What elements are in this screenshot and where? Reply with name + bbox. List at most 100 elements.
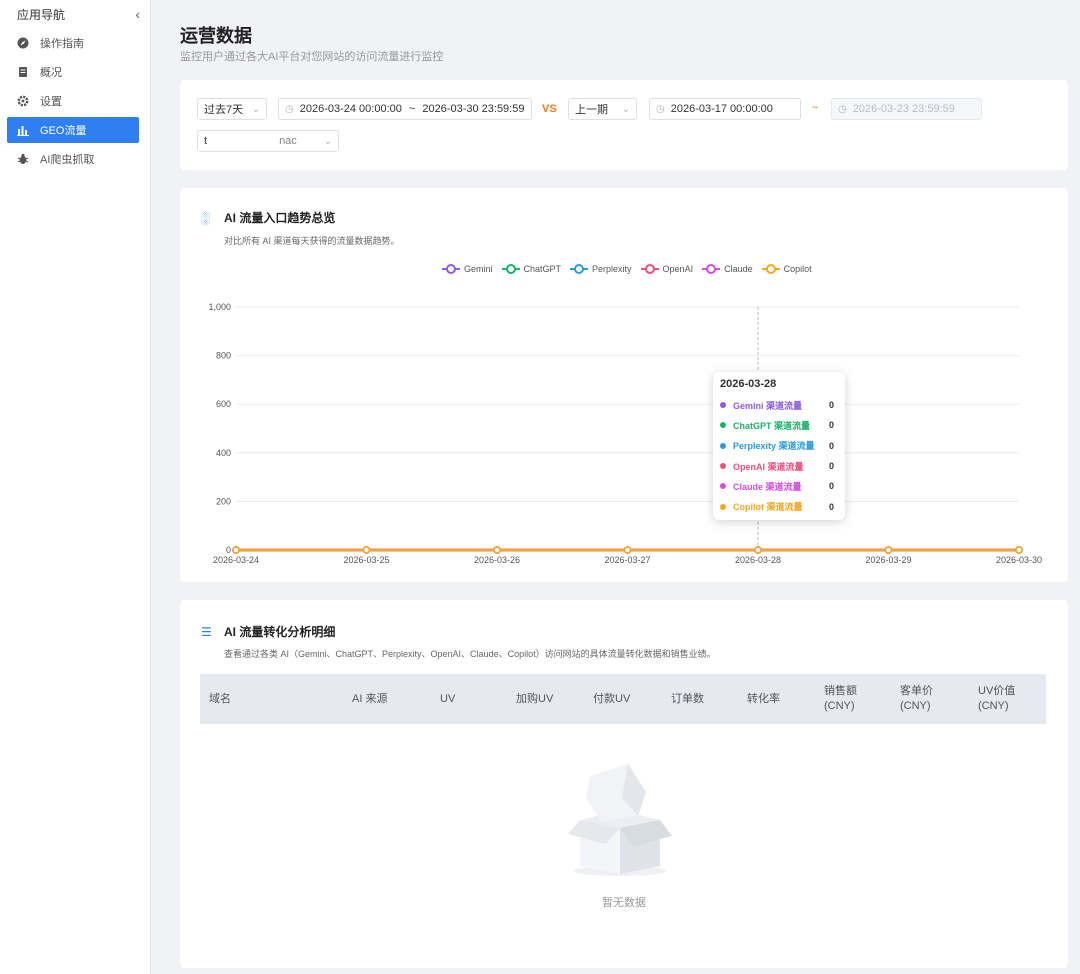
column-header[interactable]: 加购UV (516, 674, 553, 724)
trend-line-chart: 0 200 400 600 800 1,000 2026-03-24 2026-03-25 20… (208, 302, 1042, 565)
compare-end: 2026-03-23 23:59:59 (852, 103, 955, 115)
empty-box-illustration (560, 758, 680, 888)
filter-card: 过去7天 ⌄ ◷ 2026-03-24 00:00:00 ~ 2026-03-3… (180, 80, 1068, 170)
x-tick-label: 2026-03-25 (343, 555, 389, 565)
series-dot (720, 503, 726, 510)
range-end: 2026-03-30 23:59:59 (422, 103, 525, 115)
tooltip-series-label: Gemini 渠道流量 (733, 400, 803, 411)
series-dot (720, 442, 726, 449)
gear-icon (16, 94, 30, 108)
range-start: 2026-03-24 00:00:00 (299, 103, 402, 115)
tooltip-series-label: Claude 渠道流量 (733, 481, 802, 492)
column-header[interactable]: 销售额 (CNY) (824, 674, 857, 724)
empty-state-text: 暂无数据 (602, 897, 646, 909)
data-point (1015, 546, 1023, 554)
column-header[interactable]: 域名 (209, 674, 231, 724)
tooltip-row: Perplexity 渠道流量 0 (720, 436, 838, 456)
series-dot (720, 402, 726, 409)
tooltip-value: 0 (828, 440, 834, 451)
data-point (232, 546, 240, 554)
trend-chart-card: ░ AI 流量入口趋势总览 对比所有 AI 渠道每天获得的流量数据趋势。 Gem… (180, 188, 1068, 582)
column-header[interactable]: UV价值 (CNY) (978, 674, 1015, 724)
tooltip-value: 0 (828, 420, 834, 431)
range-select-value: 过去7天 (204, 104, 244, 116)
sidebar-item-4[interactable]: AI爬虫抓取 (7, 146, 139, 172)
x-tick-label: 2026-03-27 (604, 555, 650, 565)
compare-select[interactable]: 上一期 ⌄ (568, 98, 637, 120)
compare-select-value: 上一期 (575, 104, 608, 116)
clock-icon: ◷ (656, 103, 665, 115)
data-point (884, 546, 893, 554)
tooltip-row: ChatGPT 渠道流量 0 (720, 415, 838, 435)
table-subtitle: 查看通过各类 AI（Gemini、ChatGPT、Perplexity、Open… (224, 649, 716, 659)
tooltip-series-label: Perplexity 渠道流量 (733, 441, 815, 452)
chevron-down-icon: ⌄ (323, 135, 332, 147)
clock-icon: ◷ (285, 103, 294, 115)
chart-tooltip: 2026-03-28 Gemini 渠道流量 0 ChatGPT 渠道流量 0 Perp… (713, 372, 845, 520)
sidebar-item-0[interactable]: 操作指南 (7, 30, 139, 56)
column-header[interactable]: 转化率 (747, 674, 780, 724)
conversion-table-card: ☰ AI 流量转化分析明细 查看通过各类 AI（Gemini、ChatGPT、P… (180, 600, 1068, 968)
list-icon: ☰ (201, 624, 212, 639)
y-tick-label: 200 (216, 496, 231, 506)
tooltip-value: 0 (828, 400, 834, 411)
data-point (754, 546, 762, 554)
y-tick-label: 400 (216, 448, 231, 458)
sidebar-item-label: GEO流量 (40, 125, 87, 137)
document-icon (16, 65, 30, 79)
column-header[interactable]: AI 来源 (352, 674, 387, 724)
clock-icon: ◷ (838, 103, 847, 115)
tooltip-series-label: ChatGPT 渠道流量 (733, 420, 811, 431)
main-content: 运营数据 监控用户通过各大AI平台对您网站的访问流量进行监控 过去7天 ⌄ ◷ … (151, 0, 1080, 974)
y-tick-label: 0 (226, 545, 231, 555)
sidebar-item-3[interactable]: GEO流量 (7, 117, 139, 143)
table-header: 域名 AI 来源 UV 加购UV 付款UV 订单数 转化率 销售额 (CNY) 客单价 (CNY… (200, 674, 1046, 724)
vs-label: VS (542, 103, 557, 115)
sidebar-item-1[interactable]: 概况 (7, 59, 139, 85)
column-header[interactable]: 客单价 (CNY) (900, 674, 933, 724)
column-header[interactable]: 订单数 (671, 674, 704, 724)
compare-start-picker[interactable]: ◷ 2026-03-17 00:00:00 (649, 98, 801, 120)
compare-start: 2026-03-17 00:00:00 (670, 103, 773, 115)
data-point (623, 546, 632, 554)
chevron-down-icon: ⌄ (251, 103, 260, 115)
collapse-chevron-icon[interactable]: ‹ (135, 6, 140, 22)
tooltip-series-label: Copilot 渠道流量 (733, 502, 803, 513)
x-tick-label: 2026-03-29 (865, 555, 911, 565)
sidebar-header: 应用导航 ‹ (0, 0, 150, 28)
sidebar: 应用导航 ‹ 操作指南概况设置 GEO流量 AI爬虫抓取 (0, 0, 151, 974)
sidebar-item-2[interactable]: 设置 (7, 88, 139, 114)
range-separator: ~ (408, 103, 416, 115)
range-date-picker[interactable]: ◷ 2026-03-24 00:00:00 ~ 2026-03-30 23:59… (278, 98, 532, 120)
bar-chart-icon (16, 123, 30, 137)
y-tick-label: 600 (216, 399, 231, 409)
x-tick-label: 2026-03-24 (213, 555, 259, 565)
domain-value: t (204, 135, 208, 147)
data-point (362, 546, 371, 554)
series-dot (720, 422, 726, 429)
compass-icon (16, 36, 30, 50)
compare-end-picker: ◷ 2026-03-23 23:59:59 (831, 98, 982, 120)
tooltip-row: Gemini 渠道流量 0 (720, 395, 838, 415)
domain-suffix: nac (279, 135, 297, 147)
y-tick-label: 1,000 (208, 302, 231, 312)
tooltip-date: 2026-03-28 (720, 378, 777, 390)
bug-icon (16, 152, 30, 166)
series-dot (720, 463, 726, 470)
x-tick-label: 2026-03-30 (996, 555, 1042, 565)
column-header[interactable]: UV (440, 674, 455, 724)
tooltip-row: Claude 渠道流量 0 (720, 476, 838, 496)
sidebar-item-label: 设置 (40, 96, 62, 108)
tooltip-value: 0 (828, 481, 834, 492)
sidebar-item-label: 操作指南 (40, 38, 84, 50)
tooltip-row: Copilot 渠道流量 0 (720, 496, 838, 516)
tooltip-value: 0 (828, 501, 834, 512)
domain-select[interactable]: t nac ⌄ (197, 130, 339, 152)
page-title: 运营数据 (180, 26, 252, 46)
tooltip-series-label: OpenAI 渠道流量 (733, 461, 804, 472)
column-header[interactable]: 付款UV (593, 674, 630, 724)
compare-separator: ~ (812, 102, 819, 114)
range-select[interactable]: 过去7天 ⌄ (197, 98, 267, 120)
table-title-text: AI 流量转化分析明细 (224, 625, 336, 639)
sidebar-item-label: 概况 (40, 67, 62, 79)
